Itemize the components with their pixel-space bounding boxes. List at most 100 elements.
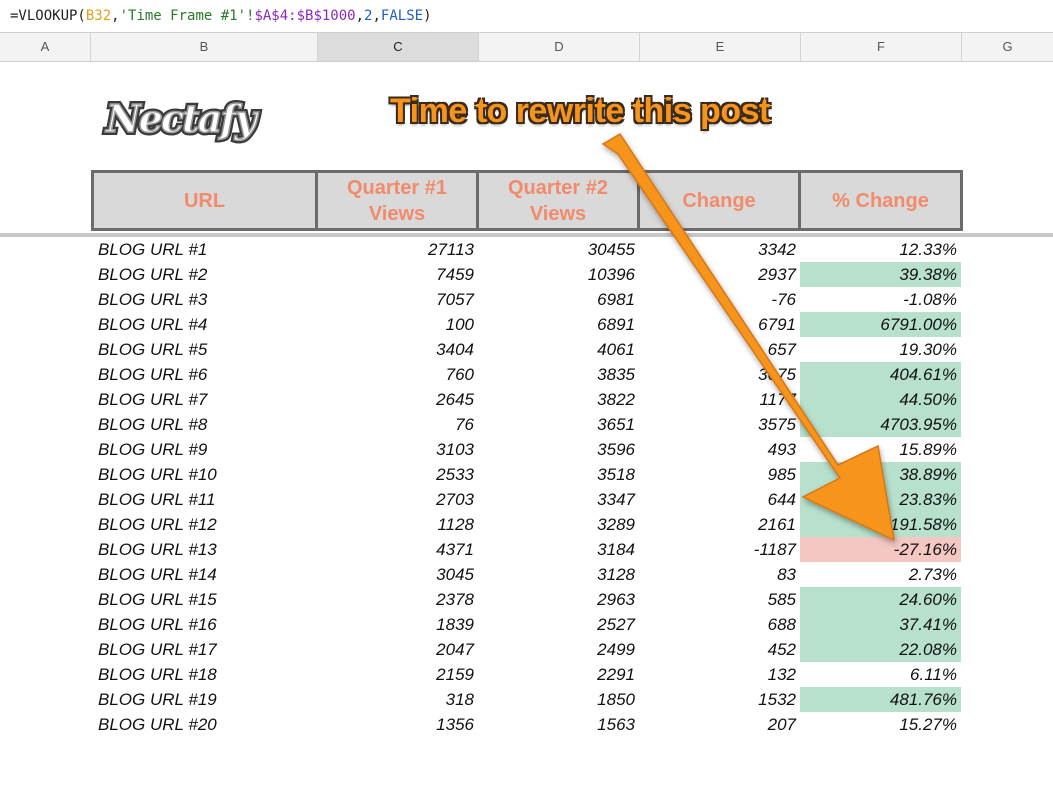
cell-quarter-1-views[interactable]: 3045 <box>317 562 478 587</box>
cell-url[interactable]: BLOG URL #16 <box>91 612 317 637</box>
cell-quarter-2-views[interactable]: 3822 <box>478 387 639 412</box>
cell-percent-change[interactable]: 37.41% <box>800 612 961 637</box>
cell-percent-change[interactable]: 39.38% <box>800 262 961 287</box>
header-percent-change[interactable]: % Change <box>801 173 960 228</box>
column-header-e[interactable]: E <box>640 33 801 61</box>
cell-quarter-1-views[interactable]: 1128 <box>317 512 478 537</box>
cell-quarter-1-views[interactable]: 2047 <box>317 637 478 662</box>
cell-url[interactable]: BLOG URL #4 <box>91 312 317 337</box>
cell-change[interactable]: 132 <box>639 662 800 687</box>
cell-percent-change[interactable]: -27.16% <box>800 537 961 562</box>
cell-percent-change[interactable]: 12.33% <box>800 237 961 262</box>
cell-percent-change[interactable]: 6.11% <box>800 662 961 687</box>
cell-percent-change[interactable]: 481.76% <box>800 687 961 712</box>
cell-url[interactable]: BLOG URL #10 <box>91 462 317 487</box>
cell-quarter-2-views[interactable]: 1850 <box>478 687 639 712</box>
cell-percent-change[interactable]: 15.27% <box>800 712 961 737</box>
cell-percent-change[interactable]: 6791.00% <box>800 312 961 337</box>
cell-percent-change[interactable]: 4703.95% <box>800 412 961 437</box>
cell-quarter-1-views[interactable]: 3103 <box>317 437 478 462</box>
cell-url[interactable]: BLOG URL #20 <box>91 712 317 737</box>
cell-change[interactable]: 3575 <box>639 412 800 437</box>
cell-change[interactable]: 6791 <box>639 312 800 337</box>
cell-quarter-2-views[interactable]: 3128 <box>478 562 639 587</box>
cell-percent-change[interactable]: 19.30% <box>800 337 961 362</box>
cell-quarter-2-views[interactable]: 2963 <box>478 587 639 612</box>
cell-quarter-1-views[interactable]: 2533 <box>317 462 478 487</box>
cell-percent-change[interactable]: 2.73% <box>800 562 961 587</box>
cell-url[interactable]: BLOG URL #2 <box>91 262 317 287</box>
cell-change[interactable]: 452 <box>639 637 800 662</box>
cell-quarter-2-views[interactable]: 4061 <box>478 337 639 362</box>
header-change[interactable]: Change <box>640 173 801 228</box>
cell-change[interactable]: 657 <box>639 337 800 362</box>
cell-quarter-1-views[interactable]: 1839 <box>317 612 478 637</box>
cell-url[interactable]: BLOG URL #12 <box>91 512 317 537</box>
cell-percent-change[interactable]: 24.60% <box>800 587 961 612</box>
column-header-g[interactable]: G <box>962 33 1053 61</box>
cell-percent-change[interactable]: 191.58% <box>800 512 961 537</box>
cell-quarter-1-views[interactable]: 760 <box>317 362 478 387</box>
cell-quarter-2-views[interactable]: 6891 <box>478 312 639 337</box>
cell-change[interactable]: 1532 <box>639 687 800 712</box>
cell-quarter-2-views[interactable]: 2527 <box>478 612 639 637</box>
cell-change[interactable]: -1187 <box>639 537 800 562</box>
cell-percent-change[interactable]: 404.61% <box>800 362 961 387</box>
cell-quarter-2-views[interactable]: 3596 <box>478 437 639 462</box>
cell-quarter-2-views[interactable]: 2291 <box>478 662 639 687</box>
cell-change[interactable]: 83 <box>639 562 800 587</box>
cell-quarter-1-views[interactable]: 2703 <box>317 487 478 512</box>
cell-change[interactable]: 3342 <box>639 237 800 262</box>
header-url[interactable]: URL <box>94 173 318 228</box>
cell-change[interactable]: 493 <box>639 437 800 462</box>
column-header-a[interactable]: A <box>0 33 91 61</box>
cell-quarter-1-views[interactable]: 2159 <box>317 662 478 687</box>
cell-change[interactable]: 3075 <box>639 362 800 387</box>
cell-percent-change[interactable]: 22.08% <box>800 637 961 662</box>
cell-quarter-1-views[interactable]: 1356 <box>317 712 478 737</box>
cell-url[interactable]: BLOG URL #11 <box>91 487 317 512</box>
cell-url[interactable]: BLOG URL #6 <box>91 362 317 387</box>
cell-url[interactable]: BLOG URL #14 <box>91 562 317 587</box>
cell-change[interactable]: 2161 <box>639 512 800 537</box>
cell-url[interactable]: BLOG URL #5 <box>91 337 317 362</box>
cell-percent-change[interactable]: 23.83% <box>800 487 961 512</box>
cell-quarter-2-views[interactable]: 10396 <box>478 262 639 287</box>
cell-quarter-2-views[interactable]: 3289 <box>478 512 639 537</box>
cell-quarter-2-views[interactable]: 2499 <box>478 637 639 662</box>
cell-quarter-2-views[interactable]: 3518 <box>478 462 639 487</box>
cell-url[interactable]: BLOG URL #17 <box>91 637 317 662</box>
column-header-f[interactable]: F <box>801 33 962 61</box>
cell-quarter-2-views[interactable]: 1563 <box>478 712 639 737</box>
formula-bar[interactable]: =VLOOKUP(B32,'Time Frame #1'!$A$4:$B$100… <box>0 0 1053 32</box>
cell-quarter-1-views[interactable]: 2645 <box>317 387 478 412</box>
cell-url[interactable]: BLOG URL #19 <box>91 687 317 712</box>
header-quarter-1-views[interactable]: Quarter #1 Views <box>318 173 479 228</box>
cell-change[interactable]: 1177 <box>639 387 800 412</box>
cell-quarter-1-views[interactable]: 76 <box>317 412 478 437</box>
cell-quarter-1-views[interactable]: 318 <box>317 687 478 712</box>
cell-quarter-2-views[interactable]: 3651 <box>478 412 639 437</box>
cell-url[interactable]: BLOG URL #8 <box>91 412 317 437</box>
cell-quarter-1-views[interactable]: 7459 <box>317 262 478 287</box>
column-header-d[interactable]: D <box>479 33 640 61</box>
cell-url[interactable]: BLOG URL #18 <box>91 662 317 687</box>
cell-percent-change[interactable]: -1.08% <box>800 287 961 312</box>
cell-quarter-1-views[interactable]: 3404 <box>317 337 478 362</box>
column-header-b[interactable]: B <box>91 33 318 61</box>
cell-quarter-2-views[interactable]: 6981 <box>478 287 639 312</box>
cell-url[interactable]: BLOG URL #7 <box>91 387 317 412</box>
cell-url[interactable]: BLOG URL #9 <box>91 437 317 462</box>
cell-quarter-2-views[interactable]: 30455 <box>478 237 639 262</box>
cell-change[interactable]: 688 <box>639 612 800 637</box>
cell-quarter-2-views[interactable]: 3347 <box>478 487 639 512</box>
cell-change[interactable]: 644 <box>639 487 800 512</box>
cell-quarter-1-views[interactable]: 7057 <box>317 287 478 312</box>
cell-url[interactable]: BLOG URL #15 <box>91 587 317 612</box>
cell-change[interactable]: 2937 <box>639 262 800 287</box>
cell-quarter-1-views[interactable]: 4371 <box>317 537 478 562</box>
cell-url[interactable]: BLOG URL #13 <box>91 537 317 562</box>
cell-change[interactable]: 207 <box>639 712 800 737</box>
cell-quarter-1-views[interactable]: 27113 <box>317 237 478 262</box>
header-quarter-2-views[interactable]: Quarter #2 Views <box>479 173 640 228</box>
